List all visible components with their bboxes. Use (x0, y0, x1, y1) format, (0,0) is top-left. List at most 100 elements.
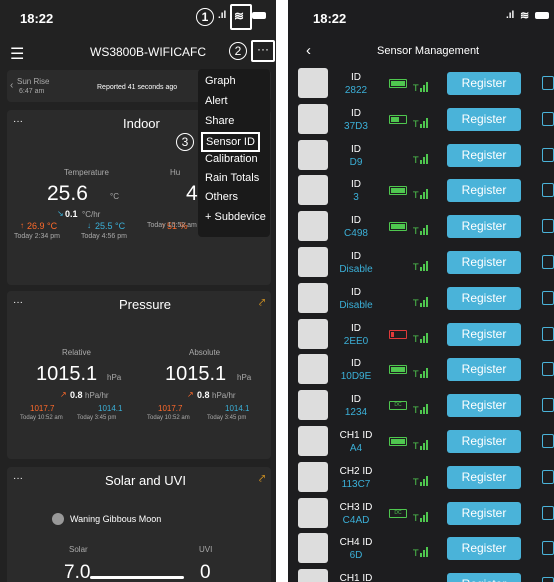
edit-icon[interactable] (542, 505, 554, 520)
sensor-row: ID 1234 DC T Register (288, 388, 554, 423)
register-button[interactable]: Register (447, 573, 521, 582)
svg-text:T: T (413, 227, 419, 235)
sensor-image (298, 354, 328, 385)
absolute-label: Absolute (189, 348, 221, 357)
absolute-max: 1017.7 (158, 404, 183, 413)
register-button[interactable]: Register (447, 143, 521, 167)
sensor-id-label: ID (351, 107, 361, 119)
sensor-id-value: 2EE0 (343, 335, 369, 347)
sensor-image (298, 461, 328, 492)
temp-rate-value: 0.1 (65, 209, 78, 219)
status-bar: 18:22 .ıl ≋ (288, 0, 554, 34)
signal-strength-icon: T (412, 151, 429, 169)
sensor-image (298, 533, 328, 564)
battery-icon (252, 12, 266, 19)
humidity-label: Hu (170, 168, 181, 177)
sensor-id-label: CH2 ID (339, 465, 373, 477)
sensor-image (298, 569, 328, 582)
register-button[interactable]: Register (447, 286, 521, 310)
signal-strength-icon: T (412, 294, 429, 312)
chart-icon[interactable]: ⤤ (259, 473, 265, 486)
signal-strength-icon: T (412, 79, 429, 97)
more-options-button[interactable]: ··· (251, 40, 275, 62)
register-button[interactable]: Register (447, 501, 521, 525)
register-button[interactable]: Register (447, 358, 521, 382)
status-bar: 18:22 1 .ıl ≋ (0, 0, 276, 34)
card-menu-icon[interactable]: ··· (13, 297, 23, 308)
card-menu-icon[interactable]: ··· (13, 116, 23, 127)
signal-strength-icon: T (412, 330, 429, 348)
register-button[interactable]: Register (447, 322, 521, 346)
svg-text:T: T (413, 478, 419, 486)
menu-item-add-subdevice[interactable]: + Subdevice (205, 211, 266, 223)
sensor-id-label: ID (351, 143, 361, 155)
svg-text:T: T (413, 299, 419, 307)
edit-icon[interactable] (542, 541, 554, 556)
sensor-id-label: ID (351, 215, 361, 227)
edit-icon[interactable] (542, 111, 554, 126)
battery-level-icon (389, 329, 407, 339)
menu-item-alert[interactable]: Alert (205, 95, 228, 107)
pressure-title: Pressure (119, 297, 172, 312)
status-time: 18:22 (20, 11, 54, 26)
register-button[interactable]: Register (447, 394, 521, 418)
register-button[interactable]: Register (447, 537, 521, 561)
solar-label: Solar (69, 545, 88, 554)
register-button[interactable]: Register (447, 107, 521, 131)
sensor-image (298, 139, 328, 170)
solar-uvi-card: ··· Solar and UVI ⤤ Waning Gibbous Moon … (7, 467, 271, 582)
edit-icon[interactable] (542, 290, 554, 305)
moon-phase: Waning Gibbous Moon (70, 514, 162, 524)
relative-label: Relative (62, 348, 91, 357)
hamburger-menu-icon[interactable]: ☰ (10, 44, 24, 64)
card-menu-icon[interactable]: ··· (13, 473, 23, 484)
register-button[interactable]: Register (447, 465, 521, 489)
edit-icon[interactable] (542, 76, 554, 90)
signal-icon: .ıl (218, 10, 227, 21)
battery-level-icon (389, 79, 407, 88)
edit-icon[interactable] (542, 183, 554, 198)
edit-icon[interactable] (542, 434, 554, 448)
register-button[interactable]: Register (447, 72, 521, 95)
absolute-min: 1014.1 (225, 404, 250, 413)
menu-item-sensor-id[interactable]: Sensor ID (201, 132, 260, 152)
absolute-min-time: Today 3:45 pm (207, 415, 247, 421)
edit-icon[interactable] (542, 147, 554, 162)
chevron-left-icon[interactable]: ‹ (10, 80, 13, 91)
absolute-rate-unit: hPa/hr (212, 391, 236, 400)
register-button[interactable]: Register (447, 251, 521, 274)
svg-text:T: T (413, 335, 419, 343)
home-indicator (90, 576, 184, 579)
edit-icon[interactable] (542, 219, 554, 234)
edit-icon[interactable] (542, 577, 554, 582)
battery-level-icon: DC (389, 401, 407, 411)
relative-max-time: Today 10:52 am (20, 415, 63, 421)
signal-strength-icon: T (412, 544, 429, 562)
back-chevron-icon[interactable]: ‹ (306, 42, 311, 59)
register-button[interactable]: Register (447, 179, 521, 203)
menu-item-others[interactable]: Others (205, 191, 238, 203)
menu-item-share[interactable]: Share (205, 115, 234, 127)
sensor-image (298, 318, 328, 349)
sensor-id-label: ID (351, 179, 361, 191)
battery-level-icon (389, 114, 407, 124)
chart-icon[interactable]: ⤤ (259, 297, 265, 310)
edit-icon[interactable] (542, 398, 554, 413)
edit-icon[interactable] (542, 326, 554, 341)
sensor-id-value: 37D3 (344, 120, 368, 132)
indoor-title: Indoor (123, 116, 160, 131)
edit-icon[interactable] (542, 362, 554, 377)
register-button[interactable]: Register (447, 430, 521, 453)
menu-item-graph[interactable]: Graph (205, 75, 236, 87)
edit-icon[interactable] (542, 255, 554, 269)
menu-item-calibration[interactable]: Calibration (205, 153, 258, 165)
sensor-image (298, 68, 328, 98)
sensor-row: ID C498 T Register (288, 209, 554, 244)
sensor-row: ID 2822 T Register (288, 66, 554, 101)
svg-text:T: T (413, 263, 419, 271)
menu-item-rain-totals[interactable]: Rain Totals (205, 172, 259, 184)
signal-strength-icon: T (412, 258, 429, 276)
relative-value: 1015.1 (36, 363, 98, 385)
register-button[interactable]: Register (447, 215, 521, 239)
edit-icon[interactable] (542, 469, 554, 484)
